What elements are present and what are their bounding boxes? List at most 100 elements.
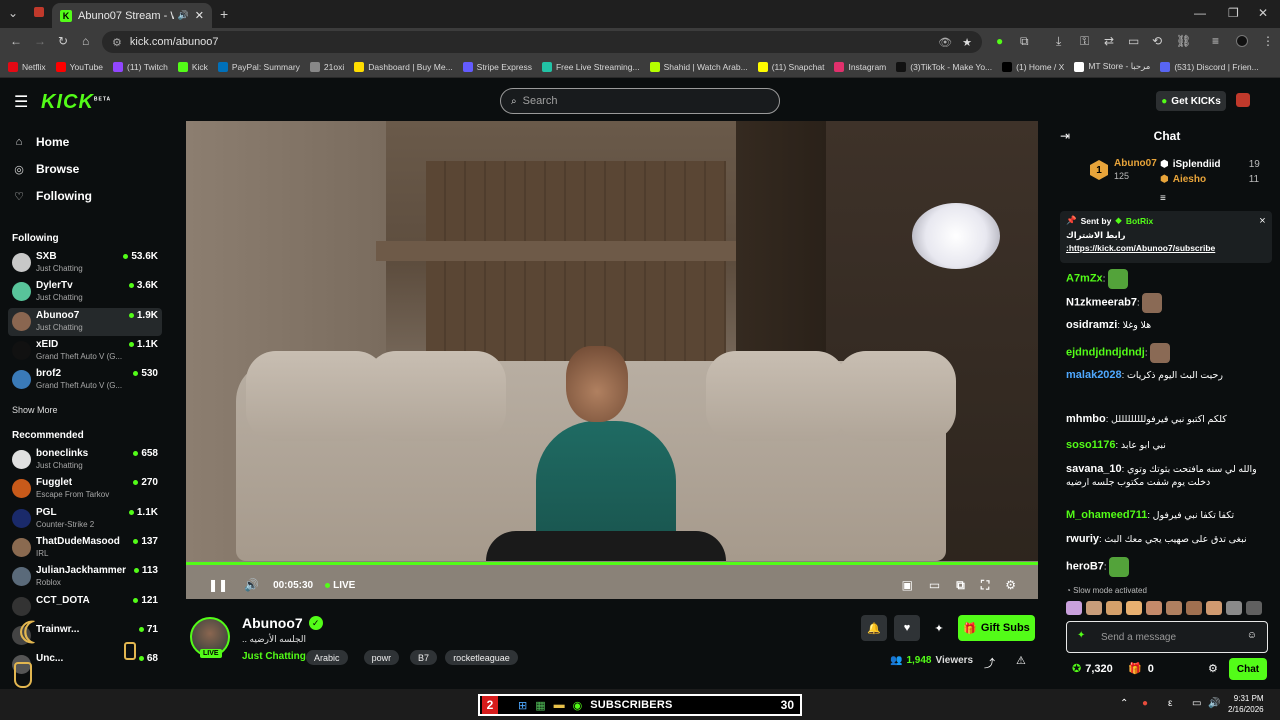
bookmark-item[interactable]: MT Store - مرحبا — [1074, 61, 1150, 72]
speaker-icon[interactable]: 🔊 — [1208, 698, 1220, 709]
chat-send-button[interactable]: Chat — [1229, 658, 1267, 680]
volume-icon[interactable]: 🔊 — [244, 578, 259, 592]
recent-chatter-avatar[interactable] — [1146, 601, 1162, 615]
chat-settings-icon[interactable]: ⚙ — [1208, 662, 1218, 675]
chat-username[interactable]: malak2028 — [1066, 369, 1122, 381]
bookmark-item[interactable]: Free Live Streaming... — [541, 61, 640, 72]
stream-tag[interactable]: Arabic — [306, 650, 348, 665]
menu-kebab-icon[interactable]: ⋮ — [1262, 34, 1274, 48]
bookmark-star-icon[interactable]: ★ — [962, 36, 972, 49]
recent-chatter-avatar[interactable] — [1126, 601, 1142, 615]
expand-leaderboard-icon[interactable]: ≡ — [1160, 193, 1166, 204]
search-input[interactable]: ⌕ Search — [500, 88, 780, 114]
tracking-icon[interactable]: 👁 — [938, 36, 952, 49]
forward-icon[interactable]: → — [34, 34, 46, 48]
nav-home[interactable]: ⌂ Home — [12, 135, 70, 149]
chat-username[interactable]: rwuriy — [1066, 533, 1099, 545]
video-player[interactable]: ❚❚ 🔊 00:05:30 LIVE ▣ ▭ ⧉ ⛶ ⚙ — [186, 121, 1038, 599]
sidebar-channel[interactable]: brof2 Grand Theft Auto V (G... 530 — [8, 366, 162, 394]
sidebar-channel[interactable]: SXB Just Chatting 53.6K — [8, 249, 162, 277]
bookmark-item[interactable]: 21oxi — [309, 61, 344, 72]
excel-icon[interactable]: ▦ — [535, 699, 545, 712]
translate-icon[interactable]: ⇄ — [1104, 34, 1114, 48]
emoji-picker-icon[interactable]: ☺ — [1247, 630, 1257, 641]
bookmark-item[interactable]: (11) Snapchat — [757, 61, 824, 72]
chrome-icon[interactable]: ◉ — [573, 699, 583, 712]
new-tab-button[interactable]: + — [220, 6, 228, 22]
sidebar-channel[interactable]: Abunoo7 Just Chatting 1.9K — [8, 307, 162, 336]
home-browser-icon[interactable]: ⌂ — [82, 34, 89, 48]
folder-icon[interactable]: ▬ — [554, 699, 565, 711]
bookmark-item[interactable]: Netflix — [8, 61, 46, 72]
streamer-name[interactable]: Abunoo7 — [242, 615, 303, 631]
tab-kick[interactable]: K Abuno07 Stream - Watch L 🔊 ✕ — [52, 3, 212, 28]
bookmark-item[interactable]: YouTube — [55, 61, 103, 72]
sidebar-channel[interactable]: JulianJackhammer Roblox 113 — [8, 563, 162, 591]
channel-points[interactable]: ✪ 7,320 — [1072, 662, 1113, 676]
report-warning-icon[interactable]: ⚠ — [1016, 654, 1026, 667]
emote-sparkle-icon[interactable]: ✦ — [1077, 630, 1085, 641]
pinned-sender[interactable]: BotRix — [1126, 216, 1153, 226]
bookmark-item[interactable]: (3)TikTok - Make Yo... — [896, 61, 992, 72]
gift-count[interactable]: 🎁 0 — [1128, 662, 1154, 676]
pip-icon[interactable]: ⧉ — [956, 578, 965, 593]
link-icon[interactable]: ⛓ — [1176, 34, 1191, 48]
chat-username[interactable]: N1zkmeerab7 — [1066, 297, 1137, 309]
address-bar[interactable]: ⚙ kick.com/abunoo7 👁 ★ — [102, 31, 982, 53]
chat-username[interactable]: A7mZx — [1066, 273, 1103, 285]
pinned-link[interactable]: :https://kick.com/Abunoo7/subscribe — [1066, 243, 1266, 253]
sidebar-channel[interactable]: boneclinks Just Chatting 658 — [8, 446, 162, 474]
download-icon[interactable]: ⤓ — [1056, 34, 1061, 49]
chat-username[interactable]: ejdndjdndjdndj — [1066, 347, 1145, 359]
leaderboard-top[interactable]: 1 Abuno07 125 — [1090, 157, 1157, 183]
chat-username[interactable]: savana_10 — [1066, 463, 1122, 475]
network-icon[interactable]: ▭ — [1192, 698, 1201, 709]
leaderboard-entry[interactable]: ⬢ Aiesho 11 — [1160, 174, 1259, 185]
hamburger-menu-icon[interactable]: ☰ — [14, 92, 28, 112]
history-icon[interactable]: ⟲ — [1152, 34, 1162, 48]
pinned-tab-icon[interactable] — [34, 7, 44, 17]
stream-category[interactable]: Just Chatting — [242, 651, 306, 662]
restore-icon[interactable]: ❐ — [1228, 6, 1239, 20]
chat-username[interactable]: osidramzi — [1066, 319, 1117, 331]
video-progress-bar[interactable] — [186, 562, 1038, 565]
mic-icon[interactable]: ● — [1142, 698, 1148, 709]
sparkle-button[interactable]: ✦ — [926, 615, 952, 641]
recent-chatter-avatar[interactable] — [1206, 601, 1222, 615]
stream-tag[interactable]: powr — [363, 650, 400, 665]
chat-username[interactable]: mhmbo — [1066, 413, 1106, 425]
sidebar-channel[interactable]: DylerTv Just Chatting 3.6K — [8, 278, 162, 306]
fullscreen-icon[interactable]: ⛶ — [981, 578, 989, 593]
notification-bell-button[interactable]: 🔔 — [861, 615, 887, 641]
close-window-icon[interactable]: ✕ — [1258, 6, 1268, 20]
pause-icon[interactable]: ❚❚ — [208, 578, 228, 592]
extension-icon[interactable]: ● — [996, 34, 1003, 48]
media-control-icon[interactable]: ≡ — [1212, 34, 1219, 48]
reload-icon[interactable]: ↻ — [58, 34, 68, 48]
recent-chatter-avatar[interactable] — [1246, 601, 1262, 615]
clip-icon[interactable]: ▣ — [902, 578, 913, 592]
chat-username[interactable]: heroB7 — [1066, 561, 1104, 573]
theater-mode-icon[interactable]: ▭ — [929, 578, 940, 592]
follow-heart-button[interactable]: ♥ — [894, 615, 920, 641]
bookmark-item[interactable]: Stripe Express — [462, 61, 532, 72]
show-more-link[interactable]: Show More — [12, 405, 58, 415]
get-kicks-button[interactable]: ● Get KICKs — [1156, 91, 1226, 111]
gift-subs-button[interactable]: 🎁 Gift Subs — [958, 615, 1035, 641]
back-icon[interactable]: ← — [10, 34, 22, 48]
bookmark-item[interactable]: (11) Twitch — [113, 61, 168, 72]
share-icon[interactable]: ⤴ — [984, 655, 995, 671]
recent-chatter-avatar[interactable] — [1166, 601, 1182, 615]
chat-username[interactable]: M_ohameed711 — [1066, 509, 1147, 521]
tab-search-icon[interactable]: ⌄ — [8, 6, 18, 20]
settings-gear-icon[interactable]: ⚙ — [1005, 578, 1016, 592]
nav-browse[interactable]: ◎ Browse — [12, 162, 79, 176]
bookmark-item[interactable]: Instagram — [834, 61, 886, 72]
profile-avatar[interactable] — [1236, 35, 1248, 47]
bookmark-item[interactable]: Shahid | Watch Arab... — [649, 61, 748, 72]
tab-close-icon[interactable]: ✕ — [195, 9, 204, 22]
sidebar-channel[interactable]: xEID Grand Theft Auto V (G... 1.1K — [8, 337, 162, 365]
tray-chevron-icon[interactable]: ⌃ — [1120, 698, 1128, 709]
language-icon[interactable]: ε — [1168, 698, 1172, 709]
clock[interactable]: 9:31 PM 2/16/2026 — [1228, 693, 1264, 715]
